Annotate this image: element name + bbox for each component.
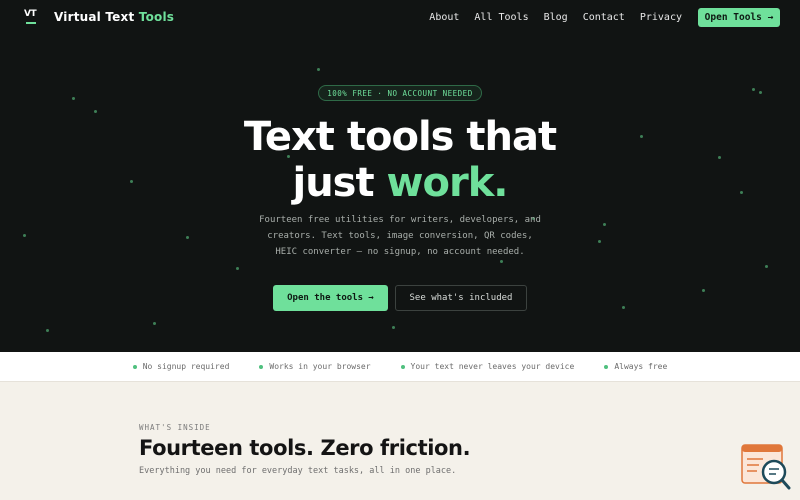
feature-item: No signup required — [132, 362, 230, 371]
headline-accent: work. — [386, 160, 509, 206]
star-dot — [186, 236, 189, 239]
feature-item: Your text never leaves your device — [400, 362, 575, 371]
nav-links: About All Tools Blog Contact Privacy — [429, 12, 682, 23]
document-search-icon[interactable] — [741, 444, 791, 490]
feature-label: Works in your browser — [269, 362, 371, 371]
bullet-dot-icon — [604, 364, 609, 369]
bullet-dot-icon — [259, 364, 264, 369]
nav-link-blog[interactable]: Blog — [544, 12, 568, 23]
star-dot — [603, 223, 606, 226]
top-nav: VT Virtual Text Tools About All Tools Bl… — [0, 0, 800, 36]
nav-link-all-tools[interactable]: All Tools — [474, 12, 528, 23]
open-tools-button[interactable]: Open Tools → — [698, 8, 780, 27]
star-dot — [153, 322, 156, 325]
logo-text[interactable]: Virtual Text Tools — [54, 10, 174, 24]
see-whats-included-button[interactable]: See what's included — [395, 285, 527, 311]
star-dot — [236, 267, 239, 270]
hero-section: VT Virtual Text Tools About All Tools Bl… — [0, 0, 800, 352]
headline-plain: just — [292, 160, 374, 206]
star-dot — [392, 326, 395, 329]
nav-link-privacy[interactable]: Privacy — [640, 12, 682, 23]
logo-text-accent: Tools — [138, 10, 175, 24]
nav-link-contact[interactable]: Contact — [583, 12, 625, 23]
section-subtitle: Everything you need for everyday text ta… — [139, 466, 457, 476]
star-dot — [500, 260, 503, 263]
star-dot — [94, 110, 97, 113]
section-kicker: WHAT'S INSIDE — [139, 423, 211, 432]
free-badge: 100% FREE · NO ACCOUNT NEEDED — [318, 85, 482, 101]
headline-line-2: just work. — [0, 160, 800, 206]
star-dot — [72, 97, 75, 100]
star-dot — [765, 265, 768, 268]
headline-line-1: Text tools that — [243, 114, 557, 160]
star-dot — [702, 289, 705, 292]
hero-headline: Text tools that just work. — [0, 114, 800, 206]
star-dot — [23, 234, 26, 237]
bullet-dot-icon — [132, 364, 137, 369]
feature-label: No signup required — [142, 362, 230, 371]
logo-mark[interactable]: VT — [24, 9, 44, 27]
open-the-tools-button[interactable]: Open the tools → — [273, 285, 388, 311]
features-strip: No signup required Works in your browser… — [0, 352, 800, 382]
star-dot — [622, 306, 625, 309]
feature-item: Works in your browser — [259, 362, 371, 371]
feature-label: Your text never leaves your device — [410, 362, 575, 371]
hero-subtext: Fourteen free utilities for writers, dev… — [259, 215, 541, 257]
star-dot — [752, 88, 755, 91]
feature-item: Always free — [604, 362, 667, 371]
section-title: Fourteen tools. Zero friction. — [139, 436, 471, 460]
star-dot — [46, 329, 49, 332]
feature-label: Always free — [614, 362, 668, 371]
star-dot — [598, 240, 601, 243]
bullet-dot-icon — [400, 364, 405, 369]
logo-text-main: Virtual Text — [54, 10, 135, 24]
star-dot — [759, 91, 762, 94]
nav-link-about[interactable]: About — [429, 12, 459, 23]
star-dot — [317, 68, 320, 71]
